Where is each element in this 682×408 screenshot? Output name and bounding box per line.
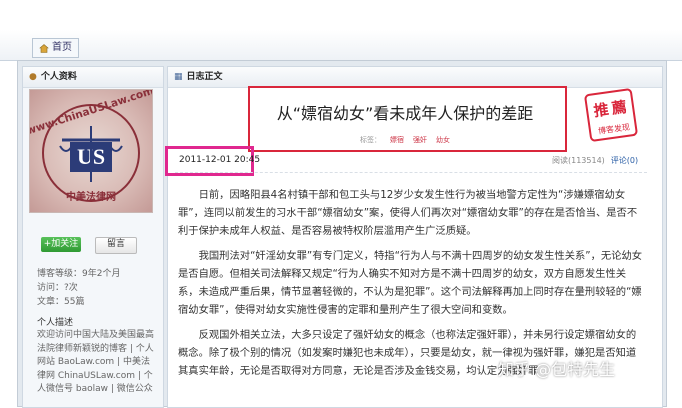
post-date: 2011-12-01 20:45: [179, 155, 261, 165]
tag-link[interactable]: 幼女: [436, 135, 450, 145]
stat-level: 博客等级：9年2个月: [37, 269, 121, 279]
recommend-stamp-icon: 推 薦 博客 发现: [584, 88, 638, 142]
home-tab-label: 首页: [52, 42, 72, 53]
tag-link[interactable]: 强奸: [413, 135, 427, 145]
avatar[interactable]: US www.ChinaUSLaw.com 中美法律网: [29, 89, 153, 213]
article-panel-title: 日志正文: [186, 72, 223, 82]
article-panel-header: ▦ 日志正文: [168, 67, 662, 88]
article-title: 从“嫖宿幼女”看未成年人保护的差距: [276, 104, 534, 123]
home-icon: [39, 43, 49, 53]
profile-panel-header: ● 个人资料: [23, 67, 163, 88]
paragraph: 日前，因略阳县4名村镇干部和包工头与12岁少女发生性行为被当地警方定性为“涉嫌嫖…: [178, 189, 638, 237]
divider: [175, 172, 647, 173]
stat-visits: 访问：?次: [37, 283, 78, 293]
svg-text:发现: 发现: [613, 122, 630, 134]
paragraph: 我国刑法对“奸淫幼女罪”有专门定义，特指“行为人与不满十四周岁的幼女发生性关系”…: [178, 250, 643, 316]
article-tags: 标签： 嫖宿 强奸 幼女: [360, 135, 450, 145]
user-icon: ●: [29, 72, 37, 82]
profile-panel-title: 个人资料: [40, 72, 77, 82]
article-meta: 阅读(113514) 评论(0): [552, 155, 638, 166]
description-title: 个人描述: [37, 318, 74, 328]
top-nav-bar: [0, 30, 682, 61]
article-icon: ▦: [174, 72, 183, 82]
message-button[interactable]: 留言: [95, 237, 137, 254]
svg-text:博客: 博客: [597, 124, 614, 136]
svg-text:推: 推: [593, 100, 610, 120]
svg-text:薦: 薦: [610, 98, 627, 118]
profile-sidebar: ● 个人资料 US www.ChinaUSLaw.com 中美法律网 +加关注 …: [22, 66, 164, 408]
law-logo-icon: US www.ChinaUSLaw.com 中美法律网: [30, 90, 152, 203]
tag-link[interactable]: 嫖宿: [390, 135, 404, 145]
svg-text:中美法律网: 中美法律网: [66, 190, 116, 203]
read-count: 阅读(113514): [552, 156, 605, 165]
description-text: 欢迎访问中国大陆及美国最高法院律师新颖锐的博客 | 个人网站 BaoLaw.co…: [37, 330, 155, 394]
stat-articles: 文章：55篇: [37, 297, 85, 307]
comment-link[interactable]: 评论(0): [611, 155, 638, 166]
tags-label: 标签：: [360, 136, 381, 144]
watermark: 知乎 @包特先生: [498, 360, 616, 379]
profile-stats: 博客等级：9年2个月 访问：?次 文章：55篇: [37, 267, 120, 309]
follow-button[interactable]: +加关注: [41, 237, 81, 252]
home-tab[interactable]: 首页: [32, 38, 79, 58]
